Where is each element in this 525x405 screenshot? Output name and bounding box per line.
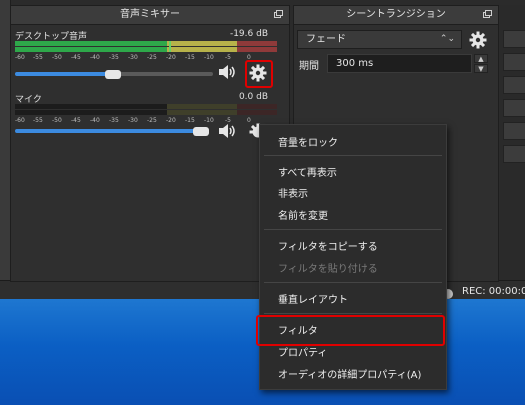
duration-input[interactable]: 300 ms (327, 54, 472, 73)
menu-item-rename[interactable]: 名前を変更 (278, 207, 328, 222)
gear-icon[interactable] (249, 64, 267, 82)
undock-icon[interactable] (483, 10, 492, 18)
control-button[interactable] (503, 76, 525, 94)
menu-separator (264, 282, 442, 283)
mixer-title-bar: 音声ミキサー (11, 6, 289, 25)
menu-item-lock-volume[interactable]: 音量をロック (278, 134, 338, 149)
menu-separator (264, 155, 442, 156)
filters-highlight-box (256, 315, 445, 346)
context-menu: 音量をロック すべて再表示 非表示 名前を変更 フィルタをコピーする フィルタを… (259, 124, 447, 390)
menu-item-properties[interactable]: プロパティ (278, 344, 327, 359)
menu-item-advanced-audio[interactable]: オーディオの詳細プロパティ(A) (278, 366, 421, 381)
menu-separator (264, 229, 442, 230)
transition-type-select[interactable]: フェード ⌃⌄ (297, 30, 462, 49)
control-button[interactable] (503, 30, 525, 48)
duration-label: 期間 (299, 61, 319, 72)
duration-up-button[interactable]: ▲ (474, 54, 488, 63)
meter-ticks-desktop-audio: -60 -55 -50 -45 -40 -35 -30 -25 -20 -15 … (15, 54, 251, 61)
transition-title: シーントランジション (346, 9, 446, 20)
meter-ticks-mic: -60 -55 -50 -45 -40 -35 -30 -25 -20 -15 … (15, 117, 251, 124)
volume-slider-mic[interactable] (15, 127, 213, 136)
channel-db-mic: 0.0 dB (238, 92, 268, 102)
speaker-icon[interactable] (218, 64, 236, 80)
speaker-icon[interactable] (218, 123, 236, 139)
mixer-title: 音声ミキサー (120, 9, 180, 20)
rec-status: REC: 00:00:0 (462, 286, 525, 297)
control-button[interactable] (503, 99, 525, 117)
menu-item-copy-filters[interactable]: フィルタをコピーする (278, 238, 378, 253)
menu-item-vertical-layout[interactable]: 垂直レイアウト (278, 291, 348, 306)
volume-slider-desktop-audio[interactable] (15, 70, 213, 79)
control-button[interactable] (503, 145, 525, 163)
control-button[interactable] (503, 122, 525, 140)
control-button[interactable] (503, 53, 525, 71)
gear-icon[interactable] (469, 31, 487, 49)
menu-item-hide[interactable]: 非表示 (278, 185, 308, 200)
transition-type-value: フェード (306, 34, 346, 45)
menu-item-paste-filters: フィルタを貼り付ける (278, 264, 378, 275)
duration-down-button[interactable]: ▼ (474, 64, 488, 73)
menu-item-show-all[interactable]: すべて再表示 (278, 164, 337, 179)
undock-icon[interactable] (274, 10, 283, 18)
volume-slider-knob[interactable] (105, 70, 121, 79)
menu-separator (264, 313, 442, 314)
volume-slider-knob[interactable] (193, 127, 209, 136)
select-arrows-icon: ⌃⌄ (439, 34, 455, 44)
transition-title-bar: シーントランジション (294, 6, 498, 25)
channel-db-desktop-audio: -19.6 dB (229, 29, 268, 39)
